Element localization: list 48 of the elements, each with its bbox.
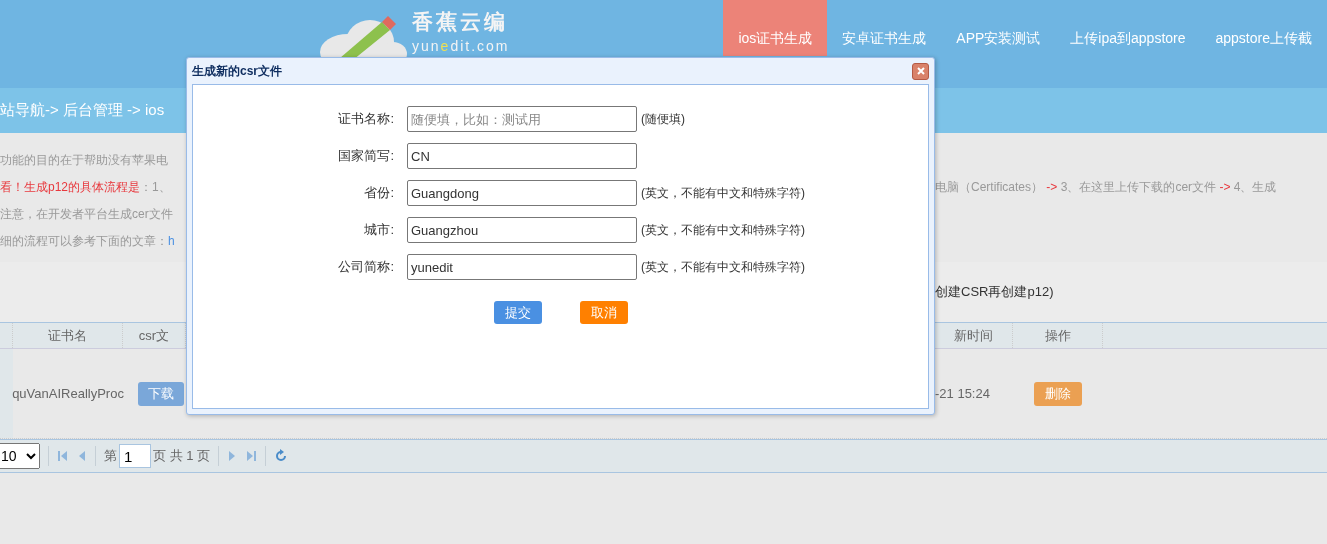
field-label: 国家简写: [337, 147, 394, 165]
breadcrumb: 站导航-> 后台管理 -> ios [0, 101, 165, 120]
submit-button[interactable]: 提交 [494, 301, 542, 324]
column-header: 证书名 [13, 323, 123, 348]
nav-tab[interactable]: ios证书生成 [723, 0, 828, 56]
nav-tab[interactable]: 上传ipa到appstore [1055, 0, 1201, 56]
page-label: 第 [104, 447, 117, 465]
info-text: 细的流程可以参考下面的文章：h [0, 234, 175, 248]
download-button[interactable]: 下载 [137, 381, 184, 406]
info-text: 注意，在开发者平台生成cer文件 [0, 207, 173, 221]
field-label: 城市: [363, 221, 394, 239]
last-page-icon[interactable] [245, 450, 258, 462]
logo-domain: yun e dit.com [412, 38, 510, 54]
refresh-icon[interactable] [274, 449, 289, 463]
info-text: 看！生成p12的具体流程是：1、 [0, 180, 171, 194]
column-header: 操作 [1013, 323, 1103, 348]
page-count-label: 页 共 1 页 [153, 447, 211, 465]
note-text: 创建CSR再创建p12) [935, 283, 1054, 301]
field-hint: (英文，不能有中文和特殊字符) [641, 221, 805, 239]
input-field[interactable]: CN [407, 143, 637, 169]
first-page-icon[interactable] [57, 450, 69, 462]
nav-tab[interactable]: APP安装测试 [941, 0, 1056, 56]
field-hint: (随便填) [641, 110, 685, 128]
page-number-field[interactable]: 1 [119, 444, 151, 468]
input-field[interactable]: Guangdong [407, 180, 637, 206]
cancel-button[interactable]: 取消 [580, 301, 628, 324]
table-cell: quVanAIReallyProc [12, 386, 124, 401]
nav-tab[interactable]: appstore上传截 [1200, 0, 1327, 56]
nav-tab[interactable]: 安卓证书生成 [827, 0, 942, 56]
input-field[interactable]: yunedit [407, 254, 637, 280]
article-link[interactable]: h [168, 234, 175, 248]
field-hint: (英文，不能有中文和特殊字符) [641, 258, 805, 276]
dialog-title: 生成新的csr文件 [192, 62, 283, 80]
info-text: 电脑（Certificates） -> 3、在这里上传下载的cer文件 -> 4、生成 [935, 179, 1277, 196]
field-hint: (英文，不能有中文和特殊字符) [641, 184, 805, 202]
field-label: 公司简称: [337, 258, 394, 276]
field-label: 证书名称: [337, 110, 394, 128]
logo-title: 香蕉云编 [412, 9, 509, 35]
close-button[interactable] [912, 62, 929, 80]
page-size-select[interactable]: 10 [0, 443, 40, 469]
input-field[interactable]: Guangzhou [407, 217, 637, 243]
delete-button[interactable]: 删除 [1034, 381, 1082, 406]
table-cell: -21 15:24 [935, 386, 990, 401]
input-field[interactable]: 随便填，比如：测试用 [407, 106, 637, 132]
info-text: 功能的目的在于帮助没有苹果电 [0, 153, 168, 167]
close-icon [915, 66, 926, 76]
previous-page-icon[interactable] [77, 450, 87, 462]
field-label: 省份: [363, 184, 394, 202]
